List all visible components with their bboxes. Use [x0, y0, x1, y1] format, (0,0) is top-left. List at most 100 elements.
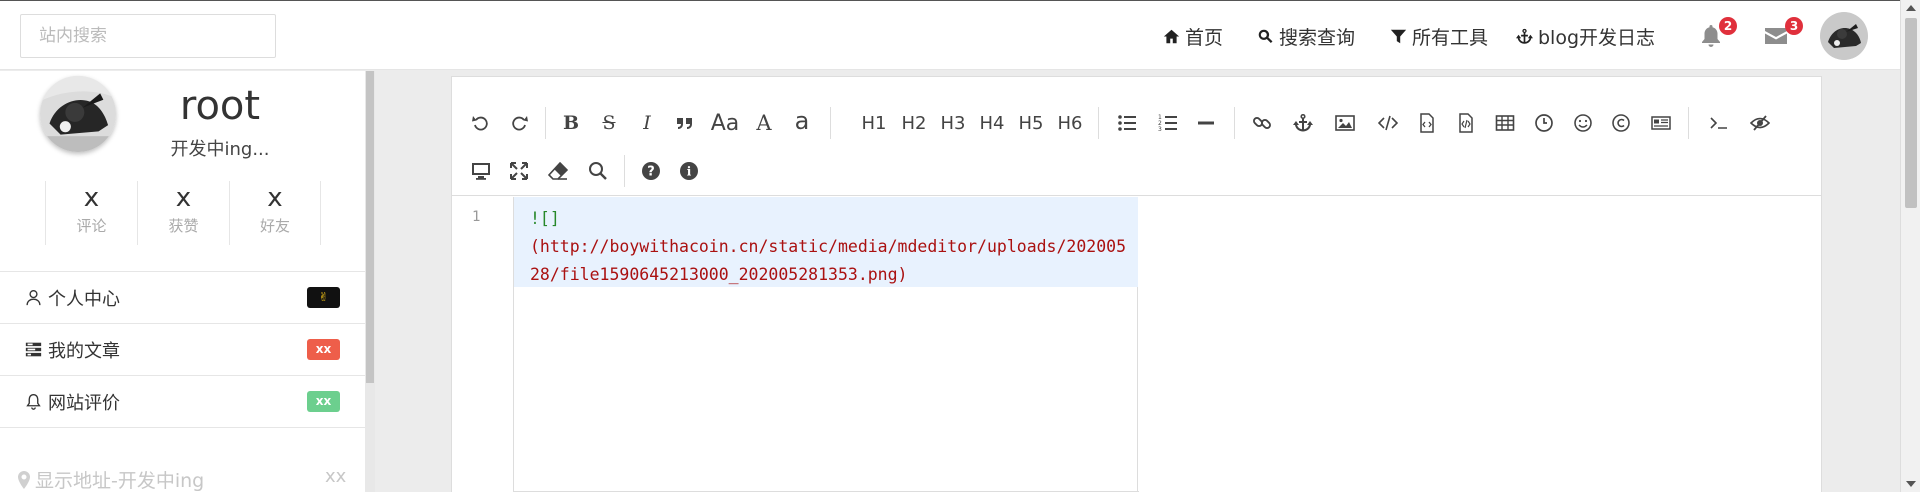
datetime-icon[interactable] [1528, 107, 1560, 139]
stat-label: 好友 [259, 217, 290, 235]
stat-comments[interactable]: x 评论 [45, 181, 137, 245]
heading3-icon[interactable]: H3 [937, 107, 969, 139]
anchor-icon [1516, 28, 1533, 44]
sidebar-scrollbar-thumb[interactable] [366, 71, 374, 383]
line-number-gutter: 1 [452, 197, 514, 492]
image-markdown-prefix: ![] [530, 209, 560, 228]
profile-username: root [179, 83, 261, 129]
menu-item-my-articles[interactable]: 我的文章 xx [0, 324, 365, 376]
quote-icon[interactable] [669, 107, 701, 139]
anchor-icon[interactable] [1287, 107, 1319, 139]
profile-avatar[interactable] [40, 76, 116, 152]
bold-icon[interactable]: B [555, 107, 587, 139]
stat-value: x [83, 183, 100, 213]
profile-tagline: 开发中ing... [170, 139, 270, 160]
redo-icon[interactable] [503, 107, 535, 139]
nav-devlog-label: blog开发日志 [1538, 26, 1656, 49]
scroll-up-arrow[interactable] [1906, 5, 1916, 11]
search-icon[interactable] [582, 155, 614, 187]
help-icon[interactable]: ? [635, 155, 667, 187]
bell-icon [26, 394, 41, 410]
code-file-icon[interactable] [1411, 107, 1443, 139]
heading6-icon[interactable]: H6 [1054, 107, 1086, 139]
unordered-list-icon[interactable] [1111, 107, 1143, 139]
menu-badge: xx [307, 391, 340, 412]
html-entities-icon[interactable] [1605, 107, 1637, 139]
profile-sidebar: root 开发中ing... x 评论 x 获赞 x 好友 个人中心 ✌ 我的文… [0, 71, 365, 492]
stat-likes[interactable]: x 获赞 [137, 181, 229, 245]
link-icon[interactable] [1246, 107, 1278, 139]
emoji-icon[interactable] [1567, 107, 1599, 139]
site-search-input[interactable] [20, 14, 276, 58]
scroll-down-arrow[interactable] [1906, 481, 1916, 487]
undo-icon[interactable] [465, 107, 497, 139]
toolbar-separator [624, 155, 625, 187]
active-code-line[interactable]: ![] (http://boywithacoin.cn/static/media/… [514, 197, 1138, 287]
heading5-icon[interactable]: H5 [1015, 107, 1047, 139]
pagebreak-icon[interactable] [1645, 107, 1677, 139]
heading1-icon[interactable]: H1 [858, 107, 890, 139]
terminal-icon[interactable] [1703, 107, 1735, 139]
table-icon[interactable] [1489, 107, 1521, 139]
tasks-icon [25, 342, 42, 357]
code-block-icon[interactable] [1450, 107, 1482, 139]
toolbar-separator [1098, 107, 1099, 139]
location-value: xx [325, 466, 347, 487]
image-icon[interactable] [1329, 107, 1361, 139]
location-row: 显示地址-开发中ing [18, 466, 204, 492]
svg-text:i: i [687, 165, 692, 179]
page-scrollbar[interactable] [1900, 0, 1920, 492]
map-marker-icon [18, 470, 30, 489]
sidebar-menu: 个人中心 ✌ 我的文章 xx 网站评价 xx [0, 271, 365, 428]
top-navbar: 首页 搜索查询 所有工具 blog开发日志 2 3 [0, 0, 1900, 70]
profile-stats: x 评论 x 获赞 x 好友 [45, 181, 321, 245]
uppercase-icon[interactable]: A [748, 107, 780, 139]
lowercase-icon[interactable]: a [786, 105, 818, 137]
nav-search-link[interactable]: 搜索查询 [1257, 1, 1355, 71]
fullscreen-icon[interactable] [503, 155, 535, 187]
notification-count-badge: 2 [1719, 17, 1737, 35]
heading4-icon[interactable]: H4 [976, 107, 1008, 139]
toolbar-separator [545, 107, 546, 139]
nav-home-link[interactable]: 首页 [1163, 1, 1223, 71]
menu-item-label: 个人中心 [48, 288, 120, 310]
nav-tools-label: 所有工具 [1412, 26, 1489, 49]
stat-friends[interactable]: x 好友 [229, 181, 321, 245]
nav-home-label: 首页 [1185, 26, 1224, 49]
ordered-list-icon[interactable]: 123 [1152, 107, 1184, 139]
desktop-icon[interactable] [465, 155, 497, 187]
svg-text:?: ? [647, 165, 655, 180]
user-icon [26, 290, 41, 306]
markdown-input-pane[interactable]: ![] (http://boywithacoin.cn/static/media/… [514, 197, 1138, 492]
svg-text:3: 3 [1158, 126, 1162, 133]
heading2-icon[interactable]: H2 [898, 107, 930, 139]
horizontal-rule-icon[interactable] [1190, 107, 1222, 139]
code-icon[interactable] [1372, 107, 1404, 139]
menu-item-site-review[interactable]: 网站评价 xx [0, 376, 365, 428]
mail-icon[interactable] [1764, 26, 1788, 46]
code-text[interactable]: ![] (http://boywithacoin.cn/static/media/… [530, 205, 1130, 289]
eraser-icon[interactable] [542, 155, 574, 187]
message-count-badge: 3 [1785, 17, 1803, 35]
line-number: 1 [472, 209, 481, 225]
sidebar-scrollbar[interactable] [365, 71, 375, 492]
page-scrollbar-thumb[interactable] [1905, 18, 1917, 208]
menu-badge: ✌ [307, 287, 340, 308]
strikethrough-icon[interactable]: S [593, 107, 625, 139]
search-icon [1258, 29, 1273, 43]
location-label: 显示地址-开发中ing [35, 470, 205, 492]
menu-item-personal-center[interactable]: 个人中心 ✌ [0, 272, 365, 324]
stat-label: 获赞 [168, 217, 199, 235]
nav-tools-link[interactable]: 所有工具 [1390, 1, 1488, 71]
eye-slash-icon[interactable] [1744, 107, 1776, 139]
info-icon[interactable]: i [673, 155, 705, 187]
markdown-editor: B S I Aa A a H1 H2 H3 H4 H5 H6 123 ? i 1… [451, 76, 1822, 492]
user-avatar[interactable] [1820, 12, 1868, 60]
stat-value: x [175, 183, 192, 213]
nav-devlog-link[interactable]: blog开发日志 [1516, 1, 1655, 71]
italic-icon[interactable]: I [631, 107, 663, 139]
toolbar-separator [830, 107, 831, 139]
editor-toolbar: B S I Aa A a H1 H2 H3 H4 H5 H6 123 ? i [452, 77, 1821, 196]
nav-search-label: 搜索查询 [1279, 26, 1356, 49]
font-size-icon[interactable]: Aa [709, 107, 741, 139]
